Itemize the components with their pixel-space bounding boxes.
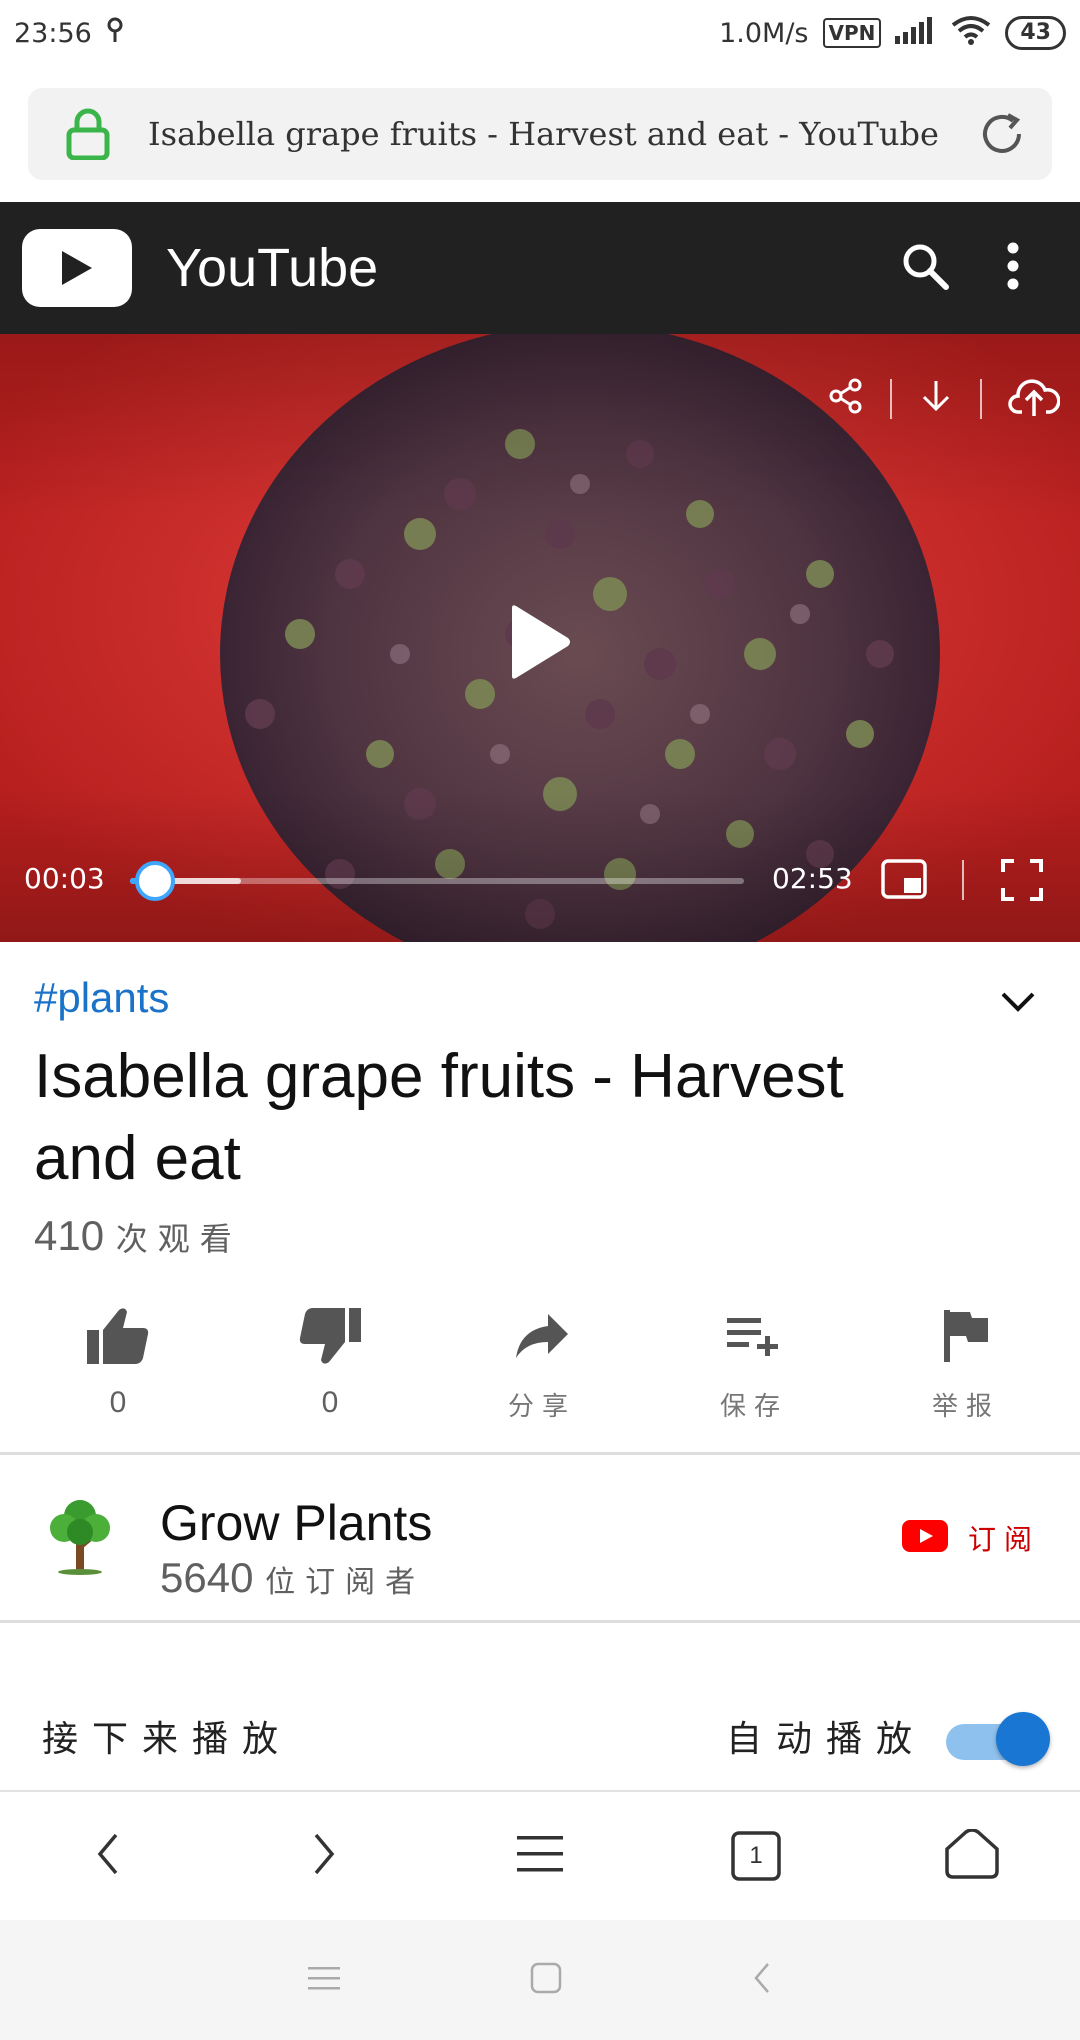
share-arrow-icon	[514, 1300, 570, 1372]
download-icon[interactable]	[918, 378, 954, 419]
reload-icon[interactable]	[952, 109, 1052, 159]
action-bar: 0 0 分享 保存 举报	[0, 1300, 1080, 1423]
channel-row[interactable]: Grow Plants 5640 位订阅者 订阅	[0, 1460, 1080, 1620]
forward-button[interactable]	[264, 1806, 384, 1906]
system-back-icon[interactable]	[752, 1962, 772, 1999]
back-button[interactable]	[48, 1806, 168, 1906]
tabs-button[interactable]: 1	[696, 1806, 816, 1906]
youtube-subscribe-icon	[901, 1519, 948, 1557]
tabs-icon: 1	[731, 1831, 781, 1881]
divider	[0, 1620, 1080, 1623]
report-button[interactable]: 举报	[860, 1300, 1072, 1423]
search-icon[interactable]	[900, 241, 950, 296]
autoplay-label: 自动播放	[726, 1719, 927, 1760]
youtube-wordmark[interactable]: YouTube	[166, 237, 378, 299]
youtube-header: YouTube	[0, 202, 1080, 334]
thumbs-down-icon	[297, 1300, 363, 1372]
home-square-icon[interactable]	[530, 1962, 562, 1999]
autoplay-toggle[interactable]	[946, 1712, 1050, 1766]
home-icon	[944, 1827, 1000, 1884]
browser-toolbar: 1	[0, 1790, 1080, 1920]
like-button[interactable]: 0	[12, 1300, 224, 1423]
vpn-badge: VPN	[822, 18, 882, 48]
menu-button[interactable]	[480, 1806, 600, 1906]
address-bar[interactable]: Isabella grape fruits - Harvest and eat …	[28, 88, 1052, 180]
network-speed: 1.0M/s	[719, 17, 809, 49]
location-pin-icon	[106, 17, 124, 50]
view-count: 410 次观看	[34, 1212, 242, 1259]
player-top-controls	[828, 374, 1061, 423]
share-icon[interactable]	[828, 378, 864, 419]
progress-bar[interactable]	[130, 861, 744, 901]
playlist-add-icon	[725, 1300, 783, 1372]
chevron-down-icon[interactable]	[1000, 990, 1036, 1019]
signal-icon	[895, 16, 937, 51]
system-navigation-bar	[0, 1920, 1080, 2040]
fullscreen-icon[interactable]	[1000, 858, 1044, 907]
subscriber-count: 5640 位订阅者	[160, 1554, 426, 1601]
total-time: 02:53	[772, 862, 853, 895]
home-button[interactable]	[912, 1806, 1032, 1906]
dislike-button[interactable]: 0	[224, 1300, 436, 1423]
clock: 23:56	[14, 17, 92, 49]
thumbs-up-icon	[85, 1300, 151, 1372]
hamburger-menu-icon	[517, 1834, 563, 1879]
youtube-logo-icon[interactable]	[22, 229, 132, 307]
share-button[interactable]: 分享	[436, 1300, 648, 1423]
video-player[interactable]: 00:03 02:53	[0, 334, 1080, 942]
battery-indicator: 43	[1005, 16, 1066, 50]
tab-count: 1	[749, 1842, 763, 1869]
channel-avatar[interactable]	[44, 1496, 116, 1581]
current-time: 00:03	[24, 862, 105, 895]
video-title: Isabella grape fruits - Harvest and eat	[34, 1042, 844, 1193]
divider	[0, 1452, 1080, 1455]
subscribe-button[interactable]: 订阅	[901, 1518, 1040, 1558]
play-icon[interactable]	[508, 604, 572, 685]
picture-in-picture-icon[interactable]	[880, 858, 928, 905]
save-button[interactable]: 保存	[648, 1300, 860, 1423]
scrubber-handle[interactable]	[134, 861, 175, 901]
status-bar: 23:56 1.0M/s VPN 43	[0, 0, 1080, 66]
wifi-icon	[951, 15, 991, 52]
chevron-left-icon	[96, 1832, 120, 1881]
cloud-upload-icon[interactable]	[1008, 374, 1061, 423]
flag-icon	[942, 1300, 990, 1372]
hashtag-link[interactable]: #plants	[34, 974, 169, 1022]
up-next-label: 接下来播放	[42, 1719, 293, 1760]
channel-name[interactable]: Grow Plants	[160, 1494, 432, 1552]
recent-apps-icon[interactable]	[308, 1965, 340, 1996]
chevron-right-icon	[312, 1832, 336, 1881]
more-options-icon[interactable]	[1006, 241, 1020, 296]
lock-icon[interactable]	[28, 108, 148, 160]
url-title[interactable]: Isabella grape fruits - Harvest and eat …	[148, 115, 952, 153]
